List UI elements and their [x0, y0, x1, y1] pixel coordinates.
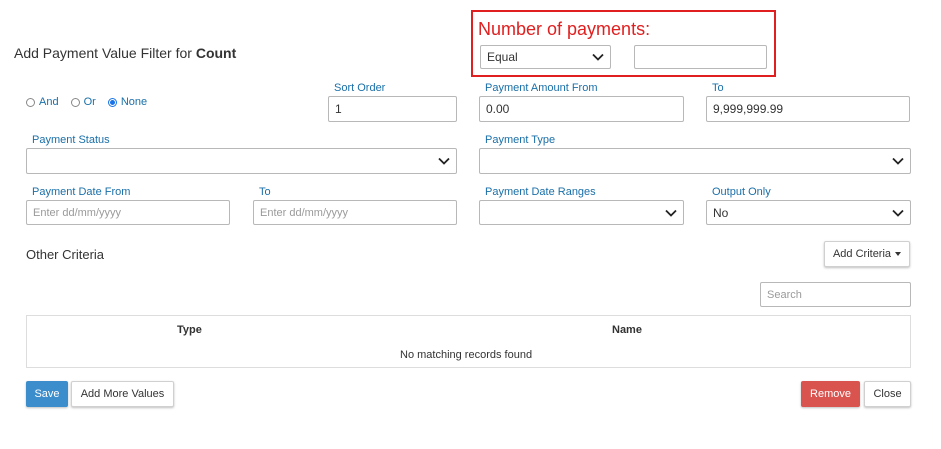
- add-criteria-button[interactable]: Add Criteria: [824, 241, 910, 267]
- close-label: Close: [873, 388, 902, 400]
- payment-amount-to-input[interactable]: 9,999,999.99: [706, 96, 910, 122]
- chevron-down-icon: [665, 209, 677, 217]
- payment-date-from-placeholder: Enter dd/mm/yyyy: [33, 206, 122, 219]
- logic-radio-group: And Or None: [26, 96, 155, 108]
- radio-and[interactable]: [26, 97, 35, 107]
- payment-amount-from-value: 0.00: [486, 102, 510, 116]
- other-criteria-title: Other Criteria: [26, 247, 105, 262]
- chevron-down-icon: [892, 157, 904, 165]
- save-button[interactable]: Save: [26, 381, 68, 407]
- number-of-payments-operator-value: Equal: [487, 50, 518, 64]
- payment-amount-to-label: To: [712, 82, 724, 94]
- output-only-value: No: [713, 205, 729, 220]
- number-of-payments-operator-select[interactable]: Equal: [480, 45, 611, 69]
- sort-order-value: 1: [335, 102, 342, 116]
- payment-date-ranges-label: Payment Date Ranges: [485, 186, 596, 198]
- payment-type-label: Payment Type: [485, 134, 556, 146]
- table-header-name[interactable]: Name: [612, 324, 642, 336]
- radio-or[interactable]: [70, 97, 80, 107]
- add-more-values-button[interactable]: Add More Values: [71, 381, 174, 407]
- chevron-down-icon: [892, 209, 904, 217]
- radio-none[interactable]: [107, 97, 117, 107]
- table-empty-message: No matching records found: [400, 349, 533, 361]
- add-criteria-label: Add Criteria: [832, 248, 892, 260]
- sort-order-label: Sort Order: [334, 82, 386, 94]
- number-of-payments-label: Number of payments:: [478, 19, 651, 39]
- payment-date-to-label: To: [259, 186, 271, 198]
- payment-date-from-input[interactable]: Enter dd/mm/yyyy: [26, 200, 230, 225]
- dialog-title-target: Count: [195, 45, 237, 61]
- table-header-type[interactable]: Type: [177, 324, 202, 336]
- payment-type-select[interactable]: [479, 148, 911, 174]
- sort-order-input[interactable]: 1: [328, 96, 457, 122]
- payment-status-select[interactable]: [26, 148, 457, 174]
- payment-status-label: Payment Status: [32, 134, 110, 146]
- payment-amount-from-label: Payment Amount From: [485, 82, 598, 94]
- payment-date-to-placeholder: Enter dd/mm/yyyy: [260, 206, 349, 219]
- chevron-down-icon: [438, 157, 450, 165]
- radio-or-label: Or: [83, 96, 96, 108]
- close-button[interactable]: Close: [864, 381, 911, 407]
- save-label: Save: [34, 388, 60, 400]
- payment-date-from-label: Payment Date From: [32, 186, 131, 198]
- search-placeholder: Search: [767, 288, 802, 301]
- dialog-title-prefix: Add Payment Value Filter for: [14, 45, 196, 61]
- payment-date-to-input[interactable]: Enter dd/mm/yyyy: [253, 200, 457, 225]
- radio-and-label: And: [39, 96, 59, 108]
- output-only-select[interactable]: No: [706, 200, 911, 225]
- radio-none-label: None: [120, 96, 148, 108]
- remove-label: Remove: [810, 388, 851, 400]
- dialog-title: Add Payment Value Filter for Count: [14, 45, 236, 61]
- chevron-down-icon: [592, 53, 604, 61]
- output-only-label: Output Only: [712, 186, 771, 198]
- payment-date-ranges-select[interactable]: [479, 200, 684, 225]
- payment-amount-to-value: 9,999,999.99: [713, 102, 784, 116]
- payment-amount-from-input[interactable]: 0.00: [479, 96, 684, 122]
- number-of-payments-value-input[interactable]: [634, 45, 767, 69]
- caret-down-icon: [895, 252, 902, 256]
- remove-button[interactable]: Remove: [801, 381, 860, 407]
- search-input[interactable]: Search: [760, 282, 911, 307]
- add-more-values-label: Add More Values: [80, 388, 165, 400]
